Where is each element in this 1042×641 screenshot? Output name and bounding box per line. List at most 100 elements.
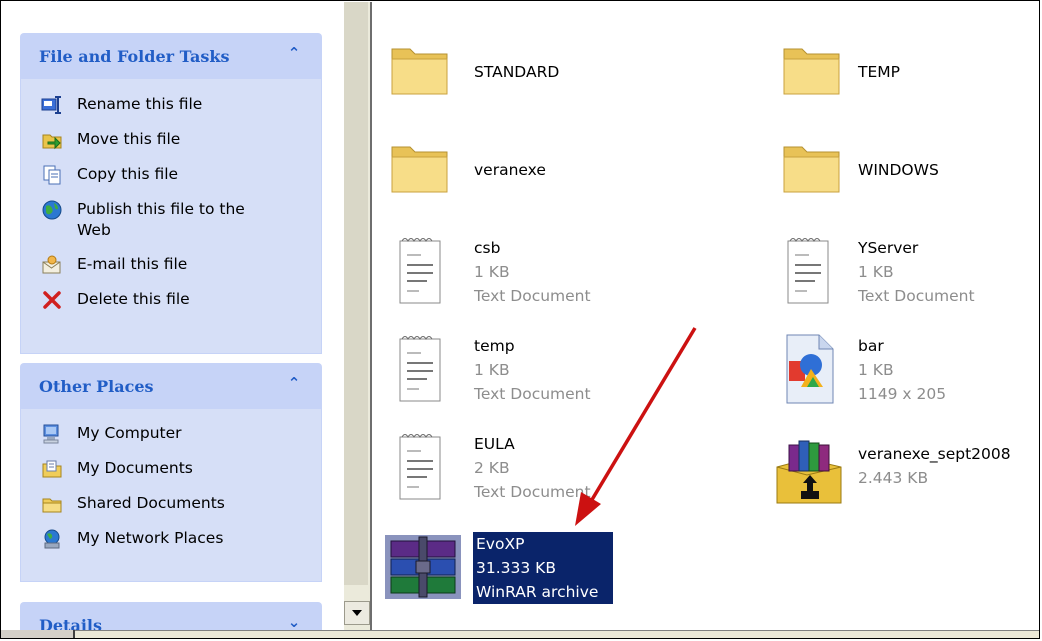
delete-icon <box>43 291 61 309</box>
pane-divider <box>370 2 372 630</box>
task-label: Copy this file <box>77 165 179 183</box>
task-pane: File and Folder Tasks ⌃ Rename this file… <box>2 2 343 630</box>
file-name: veranexe <box>474 161 546 179</box>
winrar-sfx-item[interactable]: veranexe_sept2008 2.443 KB <box>771 431 1039 511</box>
text-document-item[interactable]: YServer 1 KB Text Document <box>779 235 1039 315</box>
task-move-file[interactable]: Move this file <box>41 129 180 155</box>
folder-item[interactable]: WINDOWS <box>779 137 1039 207</box>
file-name: veranexe_sept2008 <box>858 445 1011 463</box>
task-copy-file[interactable]: Copy this file <box>41 164 178 190</box>
folder-icon <box>783 146 840 193</box>
text-document-icon <box>399 336 441 402</box>
task-delete-file[interactable]: Delete this file <box>41 289 190 315</box>
file-type: Text Document <box>474 287 591 305</box>
file-folder-tasks-panel: File and Folder Tasks ⌃ Rename this file… <box>20 33 322 354</box>
file-name: temp <box>474 337 515 355</box>
image-dimensions: 1149 x 205 <box>858 385 947 403</box>
collapse-chevron-icon[interactable]: ⌃ <box>284 373 304 393</box>
file-name: bar <box>858 337 884 355</box>
file-size: 1 KB <box>474 263 510 281</box>
place-label: My Network Places <box>77 529 224 547</box>
folder-item[interactable]: STANDARD <box>387 39 727 109</box>
email-icon <box>42 255 61 274</box>
task-label: Delete this file <box>77 290 190 308</box>
folder-icon <box>391 146 448 193</box>
scroll-down-arrow-icon <box>352 610 362 616</box>
panel-title: File and Folder Tasks <box>39 47 230 66</box>
explorer-window: File and Folder Tasks ⌃ Rename this file… <box>0 0 1040 639</box>
selection-highlight: EvoXP 31.333 KB WinRAR archive <box>473 532 613 604</box>
image-document-icon <box>786 334 834 404</box>
file-name: YServer <box>858 239 919 257</box>
file-name: EULA <box>474 435 515 453</box>
file-name: STANDARD <box>474 63 560 81</box>
file-size: 1 KB <box>474 361 510 379</box>
other-places-header[interactable]: Other Places ⌃ <box>20 363 322 409</box>
file-folder-tasks-body: Rename this file Move this file Copy thi… <box>20 79 322 354</box>
annotation-arrow-icon <box>575 327 697 526</box>
shared-documents-icon <box>42 498 62 513</box>
place-label: Shared Documents <box>77 494 225 512</box>
copy-icon <box>43 165 61 185</box>
file-size: 2 KB <box>474 459 510 477</box>
expand-chevron-icon[interactable]: ⌄ <box>284 612 304 630</box>
status-bar <box>1 630 1039 638</box>
place-my-computer[interactable]: My Computer <box>41 423 182 449</box>
my-documents-icon <box>42 460 62 478</box>
details-header[interactable]: Details ⌄ <box>20 602 322 630</box>
network-places-icon <box>44 529 60 549</box>
file-size: 1 KB <box>858 263 894 281</box>
place-my-documents[interactable]: My Documents <box>41 458 193 484</box>
task-publish-web[interactable]: Publish this file to the Web <box>41 199 245 245</box>
text-document-icon <box>787 238 829 304</box>
file-type: WinRAR archive <box>476 583 599 601</box>
file-name: EvoXP <box>476 535 525 553</box>
winrar-archive-icon <box>385 535 461 599</box>
task-email-file[interactable]: E-mail this file <box>41 254 187 280</box>
file-size: 31.333 KB <box>476 559 556 577</box>
place-label: My Documents <box>77 459 193 477</box>
task-label-line2: Web <box>77 221 111 239</box>
task-label: Rename this file <box>77 95 203 113</box>
publish-web-icon <box>42 200 62 220</box>
other-places-panel: Other Places ⌃ My Computer My Documents … <box>20 363 322 582</box>
folder-icon <box>391 48 448 95</box>
text-document-item[interactable]: csb 1 KB Text Document <box>387 235 727 315</box>
details-panel: Details ⌄ <box>20 602 322 630</box>
scrollbar-thumb[interactable] <box>344 2 368 585</box>
my-computer-icon <box>43 424 59 444</box>
place-label: My Computer <box>77 424 182 442</box>
file-name: WINDOWS <box>858 161 939 179</box>
place-shared-documents[interactable]: Shared Documents <box>41 493 225 519</box>
other-places-body: My Computer My Documents Shared Document… <box>20 409 322 582</box>
task-label: E-mail this file <box>77 255 188 273</box>
task-label-line1: Publish this file to the <box>77 200 245 218</box>
file-name: csb <box>474 239 501 257</box>
move-icon <box>42 134 62 150</box>
rename-icon <box>41 96 61 114</box>
task-label: Move this file <box>77 130 181 148</box>
text-document-icon <box>399 238 441 304</box>
vertical-scrollbar[interactable] <box>344 2 371 630</box>
winrar-sfx-icon <box>776 440 842 504</box>
file-folder-tasks-header[interactable]: File and Folder Tasks ⌃ <box>20 33 322 79</box>
panel-title: Details <box>39 616 102 630</box>
file-list: STANDARD TEMP veranexe WINDOWS csb 1 KB … <box>373 2 1039 630</box>
file-name: TEMP <box>858 63 900 81</box>
winrar-archive-item-selected[interactable]: EvoXP 31.333 KB WinRAR archive <box>385 527 625 607</box>
text-document-icon <box>399 434 441 500</box>
image-file-item[interactable]: bar 1 KB 1149 x 205 <box>779 333 1039 413</box>
folder-item[interactable]: TEMP <box>779 39 1039 109</box>
file-size: 2.443 KB <box>858 469 929 487</box>
scroll-down-button[interactable] <box>344 601 370 625</box>
task-label: Publish this file to the Web <box>77 199 245 241</box>
file-size: 1 KB <box>858 361 894 379</box>
panel-title: Other Places <box>39 377 154 396</box>
collapse-chevron-icon[interactable]: ⌃ <box>284 43 304 63</box>
task-rename-file[interactable]: Rename this file <box>41 94 202 120</box>
folder-item[interactable]: veranexe <box>387 137 727 207</box>
file-type: Text Document <box>858 287 975 305</box>
folder-icon <box>783 48 840 95</box>
status-bar-cell <box>1 630 75 638</box>
place-my-network-places[interactable]: My Network Places <box>41 528 223 554</box>
